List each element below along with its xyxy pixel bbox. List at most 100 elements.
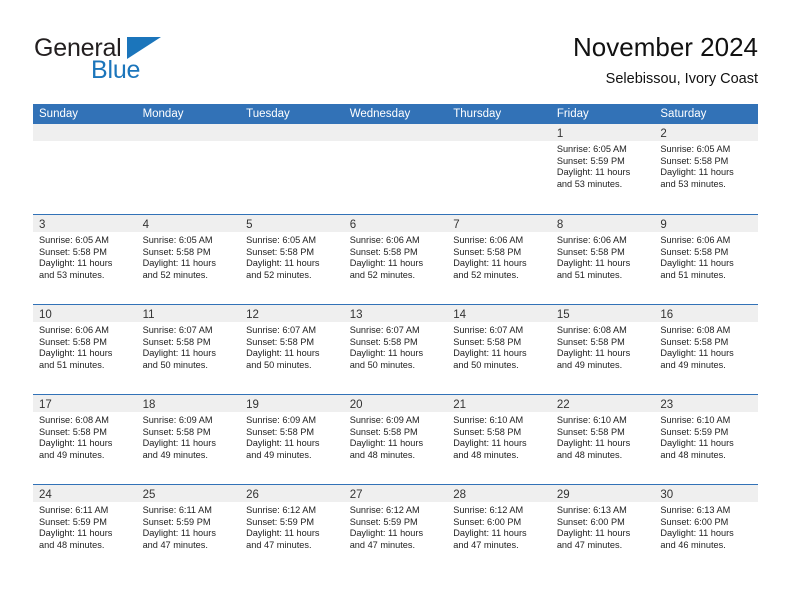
sunrise-time: Sunrise: 6:13 AM bbox=[556, 505, 627, 515]
daylight-duration-line2: and 53 minutes. bbox=[556, 178, 623, 189]
sunset-time: Sunset: 5:58 PM bbox=[453, 426, 522, 437]
calendar-day-cell[interactable]: 12 Sunrise: 6:07 AM Sunset: 5:58 PM Dayligh… bbox=[240, 305, 344, 394]
sunset-time: Sunset: 5:58 PM bbox=[39, 426, 107, 437]
day-number-band: 10 bbox=[33, 305, 137, 322]
calendar-day-cell[interactable]: 18 Sunrise: 6:09 AM Sunset: 5:58 PM Dayligh… bbox=[136, 395, 241, 484]
day-number-band bbox=[33, 124, 137, 141]
page-title: November 2024 bbox=[573, 32, 758, 62]
day-number-band: 3 bbox=[33, 215, 137, 232]
calendar-day-cell[interactable]: 25 Sunrise: 6:11 AM Sunset: 5:59 PM Dayligh… bbox=[136, 485, 241, 574]
calendar-day-cell[interactable]: 20 Sunrise: 6:09 AM Sunset: 5:58 PM Dayligh… bbox=[343, 395, 448, 484]
sunrise-time: Sunrise: 6:10 AM bbox=[453, 415, 524, 425]
sunset-time: Sunset: 5:58 PM bbox=[349, 336, 418, 347]
page-subtitle: Selebissou, Ivory Coast bbox=[605, 71, 758, 87]
calendar-day-cell[interactable]: 16 Sunrise: 6:08 AM Sunset: 5:58 PM Dayligh… bbox=[654, 305, 758, 394]
day-details: Sunrise: 6:10 AM Sunset: 5:59 PM Daylight:… bbox=[654, 412, 758, 461]
day-details: Sunrise: 6:12 AM Sunset: 5:59 PM Daylight:… bbox=[240, 502, 344, 551]
daylight-duration-line2: and 50 minutes. bbox=[453, 359, 519, 370]
daylight-duration-line1: Daylight: 11 hours bbox=[39, 438, 113, 449]
day-number-band: 14 bbox=[447, 305, 551, 322]
day-details: Sunrise: 6:11 AM Sunset: 5:59 PM Daylight:… bbox=[33, 502, 137, 551]
calendar-day-cell[interactable]: 30 Sunrise: 6:13 AM Sunset: 6:00 PM Dayligh… bbox=[654, 485, 758, 574]
calendar-day-cell[interactable]: 19 Sunrise: 6:09 AM Sunset: 5:58 PM Dayligh… bbox=[240, 395, 344, 484]
daylight-duration-line1: Daylight: 11 hours bbox=[349, 258, 424, 269]
day-number: 14 bbox=[453, 309, 467, 321]
sunset-time: Sunset: 6:00 PM bbox=[556, 516, 625, 527]
sunrise-time: Sunrise: 6:07 AM bbox=[453, 325, 524, 335]
daylight-duration-line2: and 50 minutes. bbox=[142, 359, 208, 370]
daylight-duration-line2: and 47 minutes. bbox=[246, 539, 312, 550]
day-details: Sunrise: 6:05 AM Sunset: 5:58 PM Daylight:… bbox=[33, 232, 137, 281]
sunrise-time: Sunrise: 6:07 AM bbox=[142, 325, 213, 335]
day-details: Sunrise: 6:13 AM Sunset: 6:00 PM Daylight:… bbox=[551, 502, 655, 551]
day-details: Sunrise: 6:06 AM Sunset: 5:58 PM Daylight:… bbox=[447, 232, 551, 281]
calendar-day-cell[interactable]: 27 Sunrise: 6:12 AM Sunset: 5:59 PM Dayligh… bbox=[343, 485, 448, 574]
daylight-duration-line2: and 47 minutes. bbox=[453, 539, 519, 550]
day-details: Sunrise: 6:06 AM Sunset: 5:58 PM Daylight:… bbox=[33, 322, 137, 371]
day-number-band: 29 bbox=[550, 485, 655, 502]
sunset-time: Sunset: 5:58 PM bbox=[660, 246, 729, 257]
calendar-day-cell[interactable]: 14 Sunrise: 6:07 AM Sunset: 5:58 PM Dayligh… bbox=[447, 305, 551, 394]
calendar-day-cell[interactable]: 2 Sunrise: 6:05 AM Sunset: 5:58 PM Daylight… bbox=[654, 124, 758, 213]
day-number: 19 bbox=[246, 399, 259, 411]
calendar-day-cell[interactable]: 15 Sunrise: 6:08 AM Sunset: 5:58 PM Dayligh… bbox=[550, 305, 655, 394]
day-number: 27 bbox=[349, 489, 363, 501]
calendar-day-cell[interactable]: 4 Sunrise: 6:05 AM Sunset: 5:58 PM Daylight… bbox=[136, 215, 241, 304]
calendar-day-cell[interactable]: 17 Sunrise: 6:08 AM Sunset: 5:58 PM Dayligh… bbox=[33, 395, 137, 484]
calendar-day-cell-empty bbox=[136, 124, 241, 213]
calendar-week-row: 24 Sunrise: 6:11 AM Sunset: 5:59 PM Dayligh… bbox=[33, 484, 758, 574]
daylight-duration-line2: and 53 minutes. bbox=[660, 178, 726, 189]
sunrise-time: Sunrise: 6:11 AM bbox=[142, 505, 212, 515]
general-blue-logo[interactable]: General Blue bbox=[34, 34, 204, 92]
calendar-day-cell[interactable]: 28 Sunrise: 6:12 AM Sunset: 6:00 PM Dayligh… bbox=[447, 485, 551, 574]
daylight-duration-line1: Daylight: 11 hours bbox=[556, 438, 631, 449]
sunset-time: Sunset: 5:58 PM bbox=[349, 246, 418, 257]
calendar-day-cell[interactable]: 10 Sunrise: 6:06 AM Sunset: 5:58 PM Dayligh… bbox=[33, 305, 137, 394]
calendar-day-cell[interactable]: 3 Sunrise: 6:05 AM Sunset: 5:58 PM Daylight… bbox=[33, 215, 137, 304]
day-number-band: 11 bbox=[136, 305, 241, 322]
weekday-header-sunday: Sunday bbox=[39, 108, 79, 120]
sunrise-time: Sunrise: 6:08 AM bbox=[39, 415, 109, 425]
weekday-header-wednesday: Wednesday bbox=[349, 108, 411, 120]
day-number: 28 bbox=[453, 489, 467, 501]
calendar-day-cell[interactable]: 26 Sunrise: 6:12 AM Sunset: 5:59 PM Dayligh… bbox=[240, 485, 344, 574]
calendar-day-cell[interactable]: 5 Sunrise: 6:05 AM Sunset: 5:58 PM Daylight… bbox=[240, 215, 344, 304]
daylight-duration-line2: and 48 minutes. bbox=[453, 449, 519, 460]
sunrise-time: Sunrise: 6:12 AM bbox=[246, 505, 317, 515]
sunrise-time: Sunrise: 6:10 AM bbox=[660, 415, 731, 425]
calendar-day-cell[interactable]: 23 Sunrise: 6:10 AM Sunset: 5:59 PM Dayligh… bbox=[654, 395, 758, 484]
calendar-day-cell[interactable]: 7 Sunrise: 6:06 AM Sunset: 5:58 PM Daylight… bbox=[447, 215, 551, 304]
day-number-band: 19 bbox=[240, 395, 344, 412]
calendar-day-cell[interactable]: 24 Sunrise: 6:11 AM Sunset: 5:59 PM Dayligh… bbox=[33, 485, 137, 574]
calendar-day-cell[interactable]: 13 Sunrise: 6:07 AM Sunset: 5:58 PM Dayligh… bbox=[343, 305, 448, 394]
day-number: 3 bbox=[39, 219, 46, 231]
calendar-day-cell-empty bbox=[343, 124, 448, 213]
sunset-time: Sunset: 5:58 PM bbox=[556, 336, 625, 347]
daylight-duration-line1: Daylight: 11 hours bbox=[453, 258, 527, 269]
day-number: 4 bbox=[142, 219, 149, 231]
daylight-duration-line2: and 48 minutes. bbox=[660, 449, 726, 460]
day-number: 21 bbox=[453, 399, 467, 411]
calendar-day-cell[interactable]: 1 Sunrise: 6:05 AM Sunset: 5:59 PM Daylight… bbox=[550, 124, 655, 213]
day-number-band: 4 bbox=[136, 215, 241, 232]
calendar-day-cell[interactable]: 8 Sunrise: 6:06 AM Sunset: 5:58 PM Daylight… bbox=[550, 215, 655, 304]
calendar-day-cell[interactable]: 22 Sunrise: 6:10 AM Sunset: 5:58 PM Dayligh… bbox=[550, 395, 655, 484]
daylight-duration-line2: and 48 minutes. bbox=[39, 539, 105, 550]
day-number-band: 17 bbox=[33, 395, 137, 412]
calendar-day-cell[interactable]: 29 Sunrise: 6:13 AM Sunset: 6:00 PM Dayligh… bbox=[550, 485, 655, 574]
calendar-day-cell[interactable]: 6 Sunrise: 6:06 AM Sunset: 5:58 PM Daylight… bbox=[343, 215, 448, 304]
day-details: Sunrise: 6:05 AM Sunset: 5:58 PM Daylight:… bbox=[240, 232, 344, 281]
daylight-duration-line1: Daylight: 11 hours bbox=[556, 258, 631, 269]
day-number: 7 bbox=[453, 219, 460, 231]
day-details: Sunrise: 6:05 AM Sunset: 5:59 PM Daylight:… bbox=[551, 141, 655, 190]
sunset-time: Sunset: 5:58 PM bbox=[142, 426, 211, 437]
daylight-duration-line2: and 51 minutes. bbox=[556, 269, 623, 280]
sunset-time: Sunset: 5:59 PM bbox=[660, 426, 729, 437]
calendar-day-cell[interactable]: 11 Sunrise: 6:07 AM Sunset: 5:58 PM Dayligh… bbox=[136, 305, 241, 394]
calendar-day-cell[interactable]: 9 Sunrise: 6:06 AM Sunset: 5:58 PM Daylight… bbox=[654, 215, 758, 304]
page-header: General Blue November 2024 Selebissou, I… bbox=[34, 30, 758, 98]
calendar-day-cell[interactable]: 21 Sunrise: 6:10 AM Sunset: 5:58 PM Dayligh… bbox=[447, 395, 551, 484]
sunset-time: Sunset: 5:58 PM bbox=[246, 426, 315, 437]
day-details: Sunrise: 6:08 AM Sunset: 5:58 PM Daylight:… bbox=[551, 322, 655, 371]
day-number-band: 13 bbox=[343, 305, 448, 322]
